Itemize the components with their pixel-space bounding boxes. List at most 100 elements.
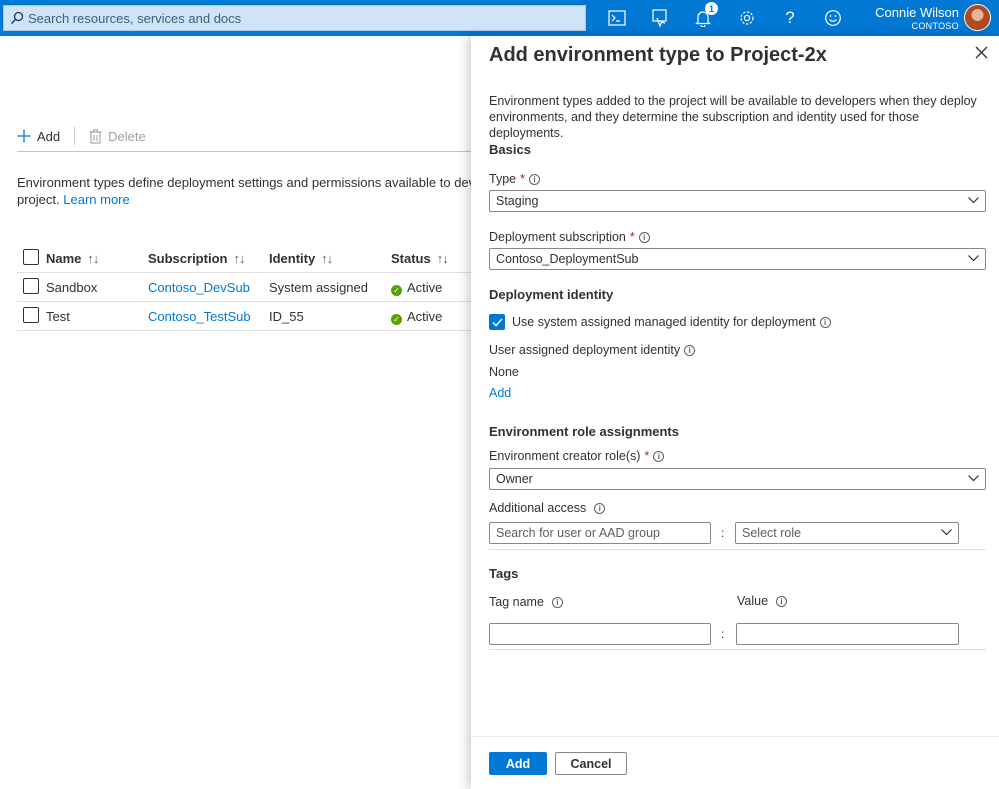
user-assigned-identity-value: None: [489, 365, 519, 379]
row-subscription-link[interactable]: Contoso_DevSub: [148, 280, 250, 295]
deployment-identity-heading: Deployment identity: [489, 287, 614, 302]
chevron-down-icon: [968, 197, 979, 204]
user-assigned-identity-label: User assigned deployment identity i: [489, 343, 696, 357]
row-checkbox[interactable]: [23, 307, 39, 323]
search-input[interactable]: [28, 10, 568, 26]
delete-command-button[interactable]: Delete: [89, 129, 146, 144]
cloud-shell-icon[interactable]: [604, 5, 630, 31]
search-icon: [11, 11, 24, 24]
row-identity: ID_55: [269, 309, 304, 324]
checkmark-circle-icon: ✓: [391, 285, 402, 296]
sort-icon[interactable]: ↑↓: [321, 251, 333, 266]
tag-name-label: Tag name i: [489, 595, 563, 609]
close-icon: [975, 46, 987, 58]
info-icon[interactable]: i: [819, 316, 831, 328]
basics-heading: Basics: [489, 142, 531, 157]
section-divider: [489, 649, 986, 650]
info-icon[interactable]: i: [653, 450, 665, 462]
info-icon[interactable]: i: [594, 502, 606, 514]
info-icon[interactable]: i: [528, 173, 540, 185]
required-marker: *: [644, 449, 650, 463]
use-system-identity-checkbox[interactable]: [489, 314, 505, 330]
add-user-identity-link[interactable]: Add: [489, 386, 511, 400]
tag-value-input[interactable]: [736, 623, 959, 645]
row-status: ✓ Active: [391, 280, 442, 296]
tenant-name: CONTOSO: [911, 21, 959, 31]
type-label: Type * i: [489, 172, 540, 186]
description-line-2: project.: [17, 192, 60, 207]
select-all-checkbox[interactable]: [23, 249, 39, 265]
add-button[interactable]: Add: [489, 752, 547, 775]
table-row[interactable]: Test Contoso_TestSub ID_55 ✓ Active: [17, 302, 472, 331]
row-subscription-link[interactable]: Contoso_TestSub: [148, 309, 251, 324]
row-checkbox[interactable]: [23, 278, 39, 294]
command-bar: Add Delete: [17, 125, 146, 147]
column-header-subscription[interactable]: Subscription ↑↓: [148, 251, 245, 266]
chevron-down-icon: [941, 529, 952, 536]
environment-types-description: Environment types define deployment sett…: [17, 174, 472, 208]
deployment-subscription-label: Deployment subscription * i: [489, 230, 650, 244]
add-command-label: Add: [37, 128, 61, 144]
use-system-identity-label: Use system assigned managed identity for…: [512, 315, 831, 329]
gear-icon[interactable]: [734, 5, 760, 31]
environment-types-table: Name ↑↓ Subscription ↑↓ Identity ↑↓ Status ↑…: [17, 244, 472, 331]
footer-divider: [471, 736, 999, 737]
colon-separator: :: [721, 627, 725, 641]
learn-more-link[interactable]: Learn more: [63, 192, 129, 207]
chevron-down-icon: [968, 255, 979, 262]
trash-icon: [89, 128, 102, 144]
table-row[interactable]: Sandbox Contoso_DevSub System assigned ✓…: [17, 273, 472, 302]
notifications-bell-icon[interactable]: 1: [690, 2, 718, 31]
add-environment-type-panel: Add environment type to Project-2x Envir…: [471, 36, 999, 789]
tags-heading: Tags: [489, 566, 519, 581]
table-header-row: Name ↑↓ Subscription ↑↓ Identity ↑↓ Status ↑…: [17, 244, 472, 273]
panel-intro-text: Environment types added to the project w…: [489, 94, 977, 140]
command-separator: [74, 127, 76, 145]
column-header-status[interactable]: Status ↑↓: [391, 251, 449, 266]
close-panel-button[interactable]: [971, 42, 991, 62]
plus-icon: [17, 129, 31, 143]
feedback-smiley-icon[interactable]: [820, 5, 846, 31]
section-divider: [489, 549, 986, 550]
cancel-button[interactable]: Cancel: [555, 752, 627, 775]
help-icon[interactable]: ?: [777, 5, 803, 31]
required-marker: *: [520, 172, 525, 186]
directory-filter-icon[interactable]: [647, 5, 673, 31]
add-command-button[interactable]: Add: [17, 129, 60, 144]
user-search-input[interactable]: [489, 522, 711, 544]
info-icon[interactable]: i: [776, 595, 788, 607]
sort-icon[interactable]: ↑↓: [233, 251, 245, 266]
info-icon[interactable]: i: [638, 231, 650, 243]
type-dropdown[interactable]: Staging: [489, 190, 986, 212]
panel-title: Add environment type to Project-2x: [489, 44, 827, 66]
checkmark-circle-icon: ✓: [391, 314, 402, 325]
chevron-down-icon: [968, 475, 979, 482]
role-assignments-heading: Environment role assignments: [489, 424, 679, 439]
sort-icon[interactable]: ↑↓: [87, 251, 99, 266]
divider: [17, 151, 477, 152]
column-header-identity[interactable]: Identity ↑↓: [269, 251, 333, 266]
row-identity: System assigned: [269, 280, 368, 295]
row-name: Sandbox: [46, 280, 98, 295]
user-name: Connie Wilson: [875, 5, 959, 20]
creator-role-dropdown[interactable]: Owner: [489, 468, 986, 490]
global-search-box[interactable]: [3, 5, 586, 31]
info-icon[interactable]: i: [684, 344, 696, 356]
select-role-dropdown[interactable]: Select role: [735, 522, 959, 544]
account-menu[interactable]: Connie Wilson CONTOSO: [875, 5, 959, 32]
checkmark-icon: [491, 317, 503, 327]
avatar[interactable]: [964, 4, 991, 31]
row-status: ✓ Active: [391, 309, 442, 325]
sort-icon[interactable]: ↑↓: [437, 251, 449, 266]
colon-separator: :: [721, 526, 725, 540]
type-dropdown-value: Staging: [496, 194, 539, 208]
select-role-placeholder: Select role: [742, 526, 802, 540]
tag-value-label: Value i: [737, 594, 788, 608]
creator-role-value: Owner: [496, 472, 533, 486]
tag-name-input[interactable]: [489, 623, 711, 645]
deployment-subscription-dropdown[interactable]: Contoso_DeploymentSub: [489, 248, 986, 270]
info-icon[interactable]: i: [551, 596, 563, 608]
additional-access-label: Additional access i: [489, 501, 606, 515]
row-name: Test: [46, 309, 70, 324]
column-header-name[interactable]: Name ↑↓: [46, 251, 99, 266]
